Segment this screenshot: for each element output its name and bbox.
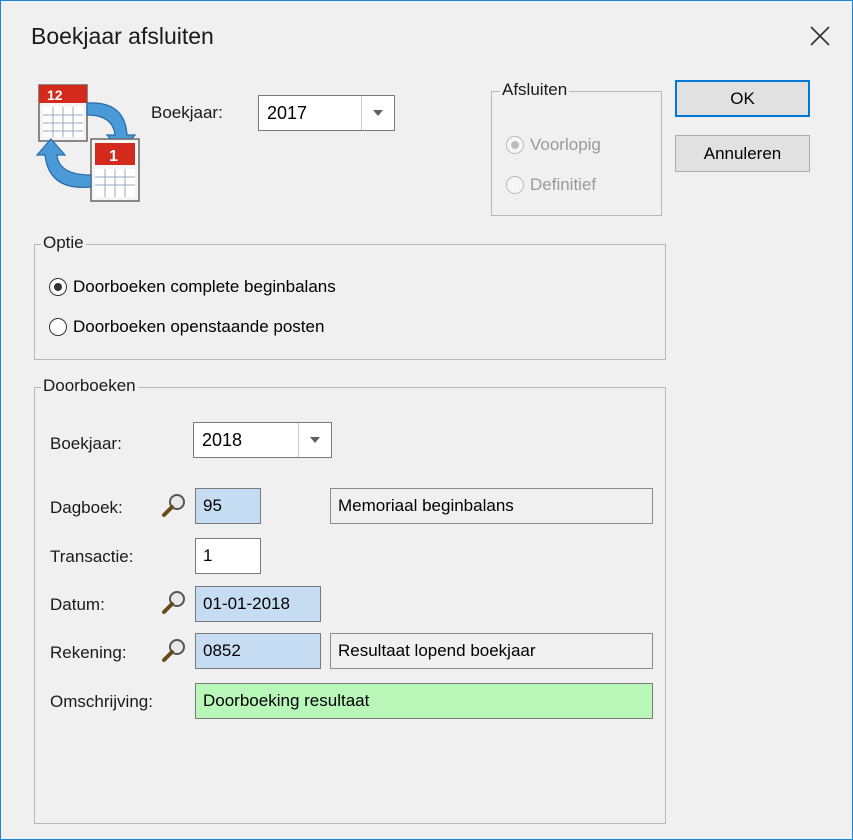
- rekening-description: Resultaat lopend boekjaar: [338, 641, 536, 660]
- rekening-value: 0852: [203, 641, 241, 660]
- doorboeken-boekjaar-label: Boekjaar:: [50, 434, 122, 453]
- omschrijving-value: Doorboeking resultaat: [203, 691, 370, 710]
- doorboeken-boekjaar-value: 2018: [202, 430, 243, 450]
- boekjaar-value: 2017: [267, 103, 308, 123]
- radio-button-icon: [49, 318, 67, 336]
- doorboeken-group-label: Doorboeken: [41, 376, 138, 396]
- radio-voorlopig[interactable]: Voorlopig: [506, 135, 601, 155]
- boekjaar-dropdown[interactable]: 2017: [258, 95, 395, 131]
- transactie-label: Transactie:: [50, 547, 134, 566]
- dagboek-label: Dagboek:: [50, 498, 123, 517]
- afsluiten-group: Afsluiten Voorlopig Definitief: [491, 80, 662, 216]
- omschrijving-label: Omschrijving:: [50, 692, 153, 711]
- cancel-button[interactable]: Annuleren: [675, 135, 810, 172]
- transactie-input[interactable]: 1: [195, 538, 261, 574]
- chevron-down-icon[interactable]: [361, 96, 394, 130]
- window-title: Boekjaar afsluiten: [31, 23, 214, 49]
- close-button[interactable]: [794, 11, 846, 61]
- calendar-number-1: 1: [109, 148, 118, 165]
- optie-group-label: Optie: [41, 233, 86, 253]
- dagboek-value: 95: [203, 496, 222, 515]
- radio-voorlopig-label: Voorlopig: [530, 135, 601, 154]
- calendar-number-12: 12: [47, 87, 63, 103]
- radio-definitief[interactable]: Definitief: [506, 175, 596, 195]
- radio-openstaande-posten-label: Doorboeken openstaande posten: [73, 317, 325, 336]
- doorboeken-group: Doorboeken: [34, 376, 666, 824]
- omschrijving-input[interactable]: Doorboeking resultaat: [195, 683, 653, 719]
- radio-openstaande-posten[interactable]: Doorboeken openstaande posten: [49, 317, 324, 337]
- close-icon: [810, 26, 830, 46]
- radio-button-icon: [506, 136, 524, 154]
- doorboeken-boekjaar-dropdown[interactable]: 2018: [193, 422, 332, 458]
- radio-definitief-label: Definitief: [530, 175, 597, 194]
- datum-lookup-icon[interactable]: [161, 589, 187, 615]
- optie-group: Optie Doorboeken complete beginbalans Do…: [34, 233, 666, 360]
- boekjaar-label: Boekjaar:: [151, 103, 223, 122]
- rekening-input[interactable]: 0852: [195, 633, 321, 669]
- radio-button-icon: [49, 278, 67, 296]
- radio-complete-beginbalans[interactable]: Doorboeken complete beginbalans: [49, 277, 336, 297]
- chevron-down-icon[interactable]: [298, 423, 331, 457]
- radio-complete-beginbalans-label: Doorboeken complete beginbalans: [73, 277, 336, 296]
- datum-input[interactable]: 01-01-2018: [195, 586, 321, 622]
- datum-label: Datum:: [50, 595, 105, 614]
- rekening-description-field: Resultaat lopend boekjaar: [330, 633, 653, 669]
- rekening-label: Rekening:: [50, 643, 127, 662]
- dagboek-input[interactable]: 95: [195, 488, 261, 524]
- dialog-window: Boekjaar afsluiten 12 1 Boekjaar: 2017 A…: [0, 0, 853, 840]
- radio-button-icon: [506, 176, 524, 194]
- calendar-rollover-icon: 12 1: [35, 83, 145, 209]
- afsluiten-group-label: Afsluiten: [500, 80, 570, 100]
- title-bar: Boekjaar afsluiten: [1, 1, 852, 71]
- datum-value: 01-01-2018: [203, 594, 290, 613]
- dagboek-lookup-icon[interactable]: [161, 492, 187, 518]
- ok-button[interactable]: OK: [675, 80, 810, 117]
- dagboek-description: Memoriaal beginbalans: [338, 496, 514, 515]
- transactie-value: 1: [203, 546, 213, 565]
- rekening-lookup-icon[interactable]: [161, 637, 187, 663]
- dagboek-description-field: Memoriaal beginbalans: [330, 488, 653, 524]
